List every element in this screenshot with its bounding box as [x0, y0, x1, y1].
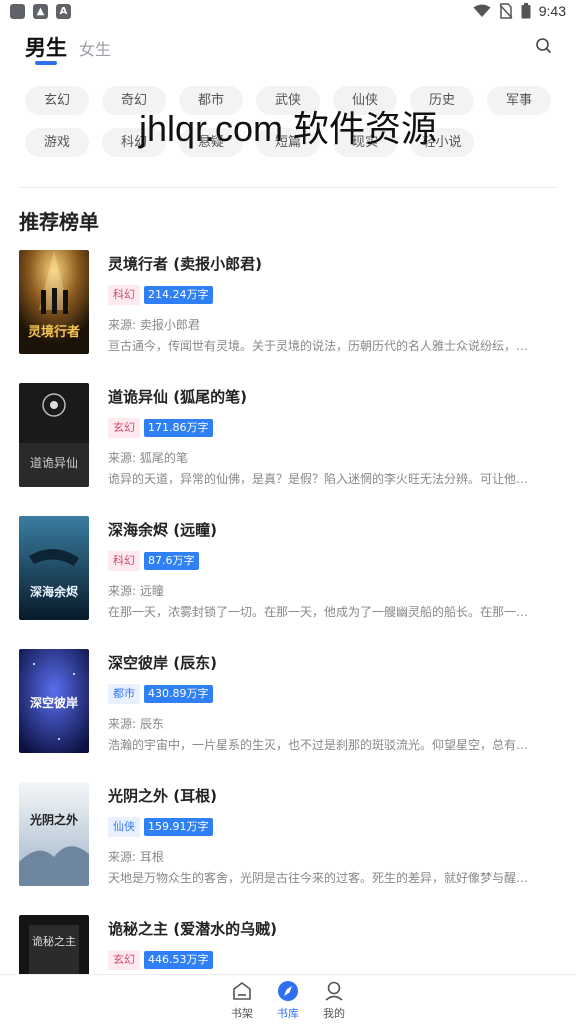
book-cover[interactable]: 灵境行者 — [19, 250, 89, 354]
book-source: 来源: 耳根 — [108, 850, 164, 864]
book-source: 来源: 辰东 — [108, 717, 164, 731]
book-source: 来源: 卖报小郎君 — [108, 318, 200, 332]
book-title[interactable]: 深海余烬 (远瞳) — [108, 519, 217, 540]
genre-tag: 科幻 — [108, 551, 140, 571]
status-bar: ▲ A 9:43 — [0, 0, 576, 26]
word-count-badge: 446.53万字 — [144, 951, 213, 969]
genre-tag: 仙侠 — [108, 817, 140, 837]
book-description: 天地是万物众生的客舍，光阴是古往今来的过客。死生的差异，就好像梦与醒… — [108, 871, 529, 885]
book-cover[interactable]: 道诡异仙 — [19, 383, 89, 487]
book-cover[interactable]: 诡秘之主 — [19, 915, 89, 974]
search-icon[interactable] — [534, 36, 554, 56]
word-count-badge: 214.24万字 — [144, 286, 213, 304]
tab-female[interactable]: 女生 — [79, 36, 111, 60]
book-cover[interactable]: 光阴之外 — [19, 782, 89, 886]
book-title[interactable]: 深空彼岸 (辰东) — [108, 652, 217, 673]
nav-mine[interactable]: 我的 — [314, 980, 354, 1021]
book-source: 来源: 狐尾的笔 — [108, 451, 188, 465]
gender-tabs: 男生 女生 — [0, 30, 576, 70]
section-title: 推荐榜单 — [19, 210, 99, 234]
book-item[interactable]: 光阴之外 光阴之外 (耳根) 仙侠 159.91万字 来源: 耳根 天地是万物众… — [19, 782, 557, 888]
book-description: 在那一天，浓雾封锁了一切。在那一天，他成为了一艘幽灵船的船长。在那一… — [108, 605, 529, 619]
genre-tag: 玄幻 — [108, 418, 140, 438]
cover-title-text: 深海余烬 — [30, 584, 79, 599]
book-list: 灵境行者 灵境行者 (卖报小郎君) 科幻 214.24万字 来源: 卖报小郎君 … — [0, 250, 576, 974]
image-icon: ▲ — [33, 4, 48, 19]
cover-title-text: 道诡异仙 — [30, 456, 78, 470]
genre-tag: 玄幻 — [108, 950, 140, 970]
nav-mine-label: 我的 — [323, 1007, 345, 1020]
nav-bookshelf[interactable]: 书架 — [222, 980, 262, 1021]
tab-male[interactable]: 男生 — [25, 32, 67, 62]
word-count-badge: 430.89万字 — [144, 685, 213, 703]
book-item[interactable]: 深空彼岸 深空彼岸 (辰东) 都市 430.89万字 来源: 辰东 浩瀚的宇宙中… — [19, 649, 557, 755]
cover-title-text: 深空彼岸 — [30, 695, 78, 710]
nav-library-label: 书库 — [277, 1007, 299, 1020]
book-cover[interactable]: 深海余烬 — [19, 516, 89, 620]
book-item[interactable]: 深海余烬 深海余烬 (远瞳) 科幻 87.6万字 来源: 远瞳 在那一天，浓雾封… — [19, 516, 557, 622]
book-item[interactable]: 诡秘之主 诡秘之主 (爱潜水的乌贼) 玄幻 446.53万字 — [19, 915, 557, 974]
word-count-badge: 159.91万字 — [144, 818, 213, 836]
status-time: 9:43 — [538, 3, 566, 19]
watermark-text: jhlqr.com 软件资源 — [138, 108, 438, 149]
book-description: 亘古通今，传闻世有灵境。关于灵境的说法，历朝历代的名人雅士众说纷纭，… — [108, 339, 529, 353]
active-tab-indicator — [35, 61, 57, 65]
no-sim-icon — [499, 3, 513, 19]
app-icon — [10, 4, 25, 19]
book-title[interactable]: 诡秘之主 (爱潜水的乌贼) — [108, 918, 277, 939]
profile-icon — [325, 981, 343, 1001]
bookshelf-icon — [233, 982, 251, 1000]
book-cover[interactable]: 深空彼岸 — [19, 649, 89, 753]
word-count-badge: 87.6万字 — [144, 552, 199, 570]
battery-icon — [521, 3, 531, 19]
divider — [19, 187, 557, 188]
book-item[interactable]: 道诡异仙 道诡异仙 (狐尾的笔) 玄幻 171.86万字 来源: 狐尾的笔 诡异… — [19, 383, 557, 489]
nav-library[interactable]: 书库 — [268, 980, 308, 1021]
word-count-badge: 171.86万字 — [144, 419, 213, 437]
book-item[interactable]: 灵境行者 灵境行者 (卖报小郎君) 科幻 214.24万字 来源: 卖报小郎君 … — [19, 250, 557, 356]
cover-title-text: 诡秘之主 — [32, 934, 76, 948]
letter-icon: A — [56, 4, 71, 19]
book-title[interactable]: 道诡异仙 (狐尾的笔) — [108, 386, 247, 407]
compass-icon — [278, 981, 298, 1001]
book-source: 来源: 远瞳 — [108, 584, 164, 598]
genre-tag: 科幻 — [108, 285, 140, 305]
book-description: 浩瀚的宇宙中，一片星系的生灭，也不过是刹那的斑驳流光。仰望星空，总有… — [108, 738, 529, 752]
book-description: 诡异的天道，异常的仙佛，是真？是假？陷入迷惘的李火旺无法分辨。可让他… — [108, 472, 529, 486]
bottom-nav: 书架 书库 我的 — [0, 974, 576, 1024]
nav-bookshelf-label: 书架 — [231, 1007, 253, 1020]
genre-tag: 都市 — [108, 684, 140, 704]
cover-title-text: 灵境行者 — [28, 324, 80, 340]
cover-title-text: 光阴之外 — [29, 812, 78, 827]
book-title[interactable]: 灵境行者 (卖报小郎君) — [108, 253, 262, 274]
book-title[interactable]: 光阴之外 (耳根) — [108, 785, 217, 806]
wifi-icon — [473, 4, 491, 17]
